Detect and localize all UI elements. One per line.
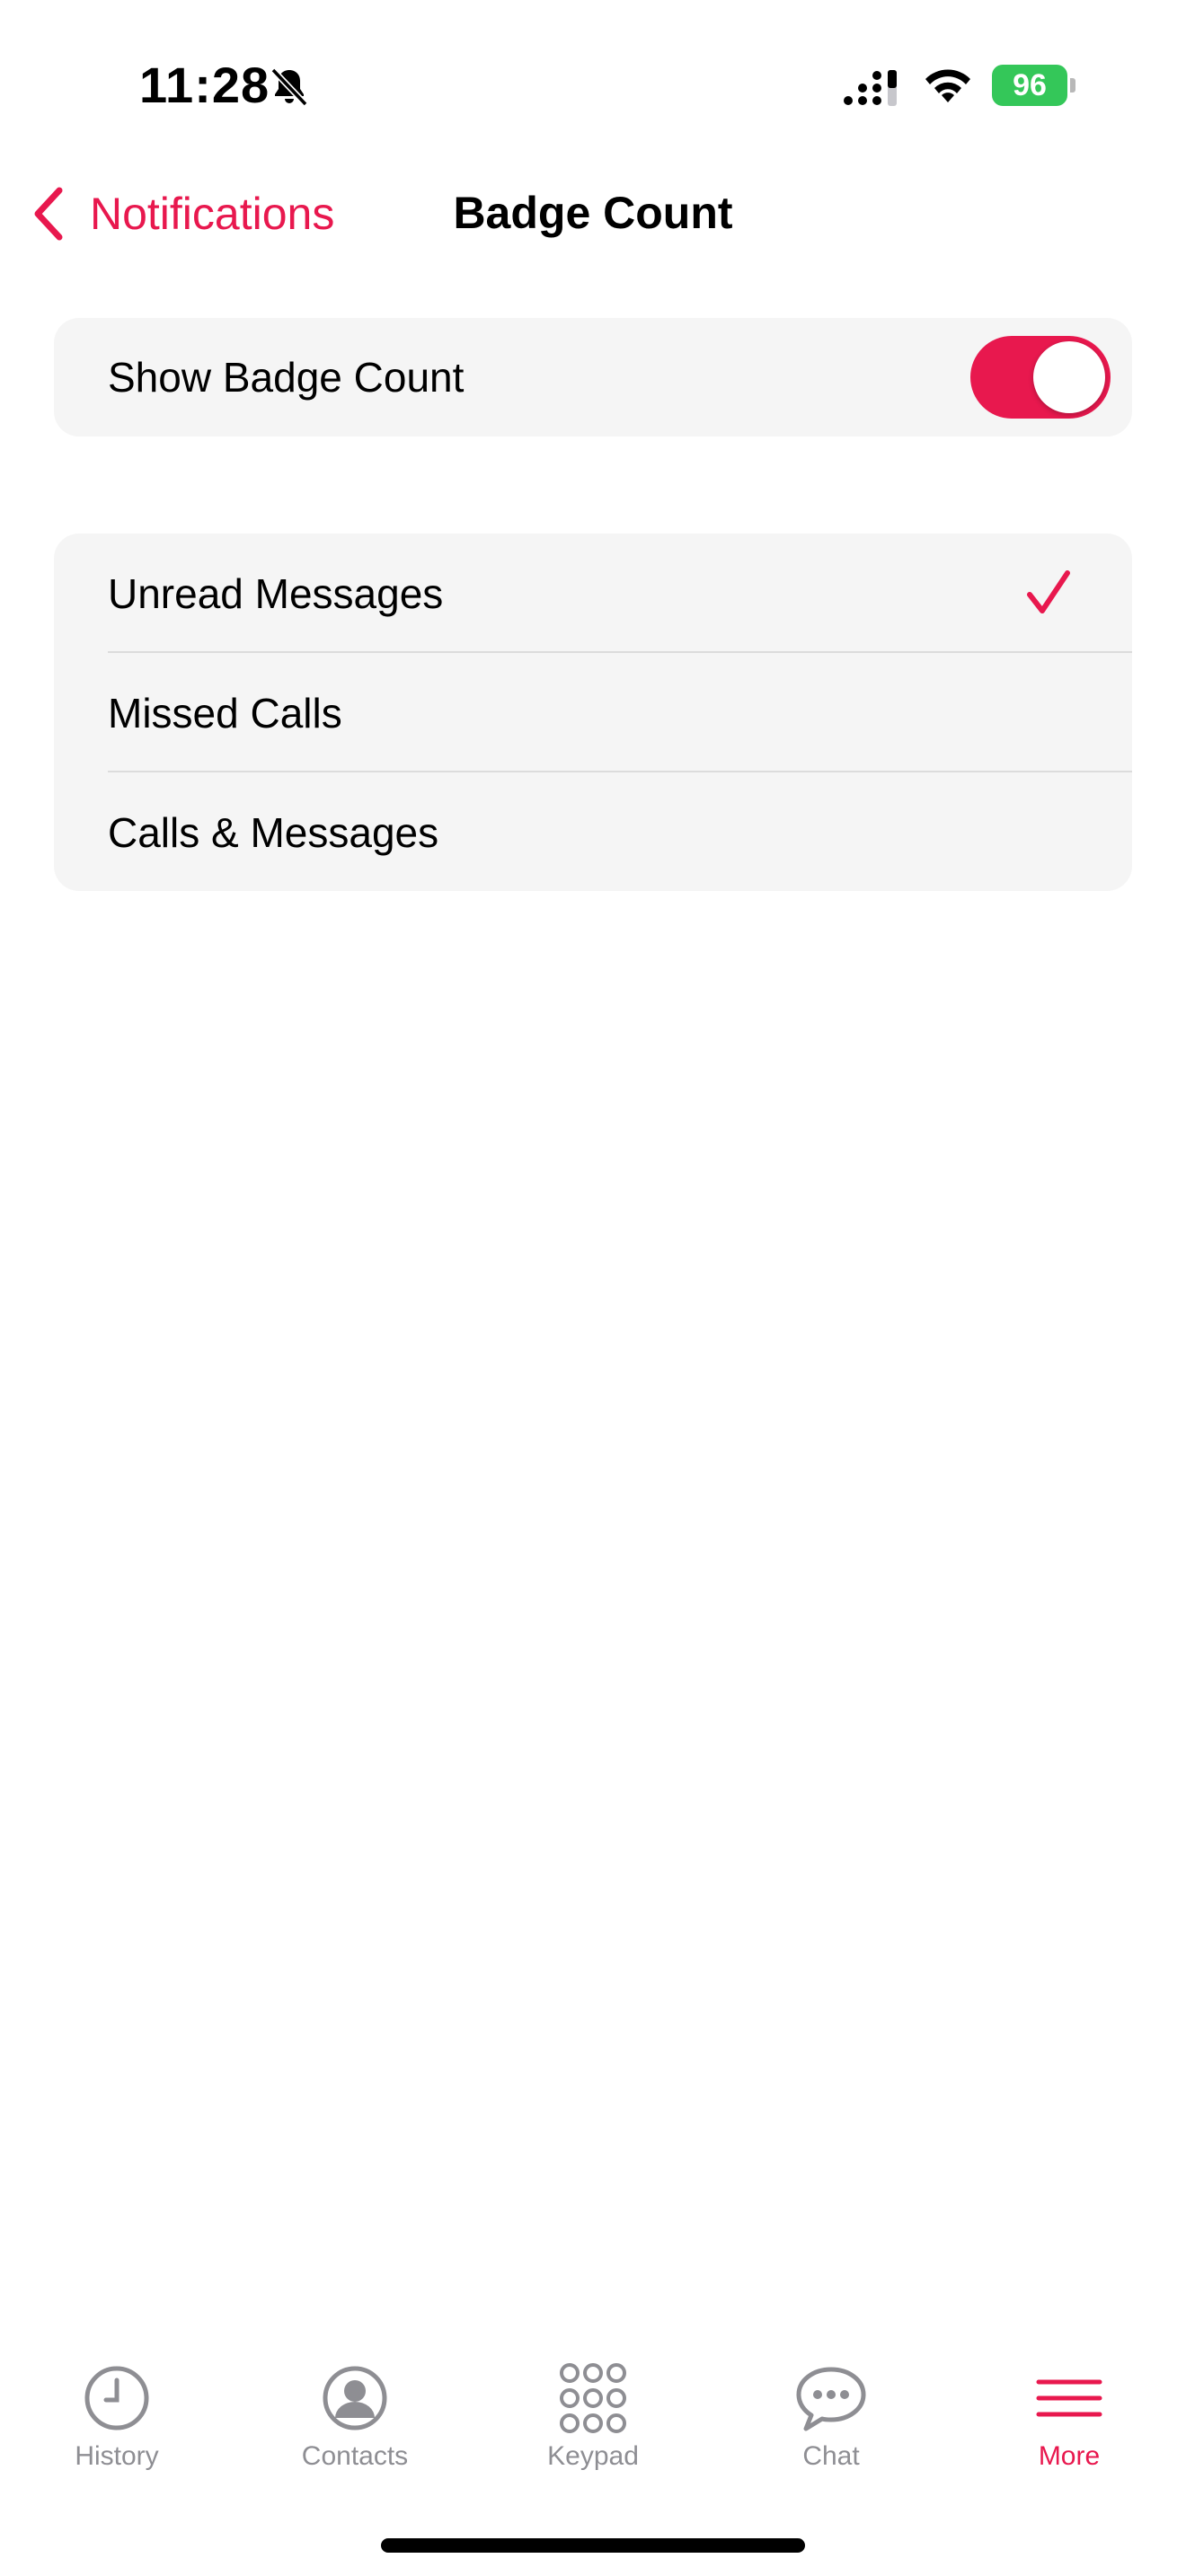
option-unread-messages[interactable]: Unread Messages	[54, 534, 1132, 653]
checkmark-icon	[1027, 570, 1070, 613]
badge-options-group: Unread Messages Missed Calls Calls & Mes…	[54, 534, 1132, 891]
cellular-signal-icon	[844, 70, 897, 106]
home-indicator[interactable]	[381, 2538, 805, 2553]
toggle-knob	[1033, 341, 1105, 413]
option-label: Calls & Messages	[108, 808, 439, 856]
chat-bubble-icon	[796, 2367, 866, 2431]
page-title: Badge Count	[453, 188, 733, 238]
tab-label: More	[1038, 2441, 1101, 2471]
tab-label: Keypad	[547, 2441, 639, 2471]
status-time: 11:28	[139, 57, 270, 113]
battery-cap	[1070, 78, 1075, 93]
tab-label: History	[75, 2441, 159, 2471]
tab-keypad[interactable]: Keypad	[503, 2362, 683, 2488]
person-icon	[323, 2366, 387, 2430]
screen: 11:28 96 Notifications Badge Count Show …	[0, 0, 1186, 2576]
show-badge-count-label: Show Badge Count	[108, 354, 465, 401]
option-label: Missed Calls	[108, 689, 342, 737]
menu-icon	[1036, 2379, 1102, 2417]
nav-bar: Notifications Badge Count	[0, 171, 1186, 251]
tab-more[interactable]: More	[979, 2362, 1159, 2488]
battery-level: 96	[992, 65, 1067, 106]
tab-label: Contacts	[301, 2441, 409, 2471]
wifi-icon	[925, 69, 970, 102]
option-missed-calls[interactable]: Missed Calls	[54, 653, 1132, 772]
tab-label: Chat	[802, 2441, 860, 2471]
option-calls-and-messages[interactable]: Calls & Messages	[54, 772, 1132, 891]
keypad-icon	[560, 2363, 626, 2433]
battery-indicator: 96	[992, 65, 1075, 106]
show-badge-count-row: Show Badge Count	[54, 318, 1132, 437]
option-label: Unread Messages	[108, 569, 444, 617]
tab-chat[interactable]: Chat	[741, 2362, 921, 2488]
status-bar: 11:28 96	[0, 0, 1186, 171]
bell-slash-icon	[270, 67, 308, 107]
tab-bar: History Contacts Keypad Chat More	[0, 2335, 1186, 2497]
tab-contacts[interactable]: Contacts	[265, 2362, 445, 2488]
show-badge-count-toggle[interactable]	[970, 336, 1111, 419]
tab-history[interactable]: History	[27, 2362, 207, 2488]
badge-toggle-group: Show Badge Count	[54, 318, 1132, 437]
clock-icon	[84, 2366, 149, 2430]
